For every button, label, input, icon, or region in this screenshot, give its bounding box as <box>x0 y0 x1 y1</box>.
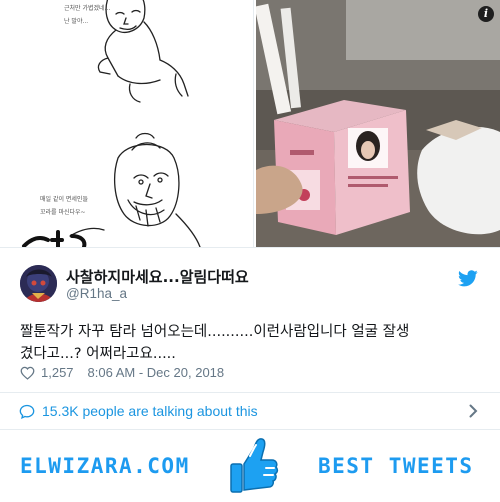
comic-caption: 꼬라를 마신다우~ <box>40 209 86 216</box>
photo-drawing <box>256 0 500 247</box>
tweet-media[interactable]: 근처만 가볍겠네... 난 말야... 매일 같이 면세인들 꼬라를 마신다우~ <box>0 0 500 247</box>
comic-caption: 매일 같이 면세인들 <box>40 196 88 203</box>
photo-image[interactable]: i <box>256 0 500 247</box>
tweet-text: 짤툰작가 자꾸 탐라 넘어오는데..........이런사람입니다 얼굴 잘생 … <box>20 321 482 365</box>
comic-caption: 근처만 가볍겠네... <box>64 5 111 12</box>
tweet-card: 사찰하지마세요...알림다떠요 @R1ha_a 짤툰작가 자꾸 탐라 넘어오는데… <box>0 247 500 392</box>
twitter-bird-icon[interactable] <box>458 270 478 287</box>
display-name[interactable]: 사찰하지마세요...알림다떠요 <box>66 266 249 287</box>
comic-drawing <box>22 0 201 247</box>
info-icon[interactable]: i <box>478 6 494 22</box>
avatar[interactable] <box>20 265 57 302</box>
brand-text[interactable]: ELWIZARA.COM <box>20 454 190 478</box>
thumbs-up-icon <box>230 438 279 493</box>
comic-image[interactable]: 근처만 가볍겠네... 난 말야... 매일 같이 면세인들 꼬라를 마신다우~ <box>0 0 254 247</box>
chevron-right-icon[interactable] <box>469 404 478 418</box>
comic-caption: 난 말야... <box>64 18 89 25</box>
conversation-link[interactable]: 15.3K people are talking about this <box>0 392 500 430</box>
avatar-image <box>20 265 57 302</box>
tagline-text: BEST TWEETS <box>318 454 474 478</box>
tweet-meta: 1,257 8:06 AM - Dec 20, 2018 <box>20 365 224 380</box>
speech-bubble-icon <box>19 404 35 419</box>
tweet-text-line: 겼다고...? 어쩌라고요..... <box>20 346 176 362</box>
user-handle[interactable]: @R1ha_a <box>66 286 127 301</box>
conversation-label: 15.3K people are talking about this <box>42 403 258 419</box>
heart-icon[interactable] <box>20 366 35 380</box>
like-count[interactable]: 1,257 <box>41 365 74 380</box>
timestamp[interactable]: 8:06 AM - Dec 20, 2018 <box>88 365 225 380</box>
footer-banner: ELWIZARA.COM BEST TWEETS <box>0 430 500 502</box>
tweet-text-line: 짤툰작가 자꾸 탐라 넘어오는데..........이런사람입니다 얼굴 잘생 <box>20 324 410 340</box>
